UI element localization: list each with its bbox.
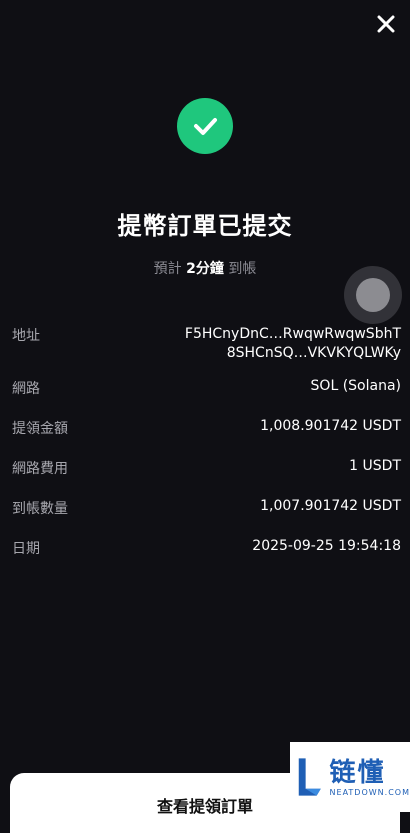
page-title: 提幣訂單已提交 — [117, 212, 293, 240]
watermark-cn: 链懂 — [329, 757, 386, 788]
address-label: 地址 — [12, 328, 40, 344]
network-value: SOL (Solana) — [310, 378, 401, 394]
detail-row-received: 到帳數量 1,007.901742 USDT — [12, 498, 401, 518]
received-value: 1,007.901742 USDT — [260, 498, 401, 514]
detail-row-date: 日期 2025-09-25 19:54:18 — [12, 538, 401, 558]
eta-value: 2分鐘 — [186, 261, 224, 277]
received-label: 到帳數量 — [12, 501, 68, 517]
assistive-touch-button[interactable] — [344, 266, 402, 324]
detail-row-fee: 網路費用 1 USDT — [12, 458, 401, 478]
watermark-logo-icon — [298, 758, 321, 796]
success-status-icon — [177, 98, 233, 154]
detail-row-network: 網路 SOL (Solana) — [12, 378, 401, 398]
watermark-en: NEATDOWN.COM — [329, 787, 410, 797]
network-label: 網路 — [12, 381, 40, 397]
eta-prefix: 預計 — [153, 261, 182, 277]
address-value: F5HCnyDnC…RwqwRwqwSbhT 8SHCnSQ…VKVKYQLWK… — [185, 325, 401, 363]
date-value: 2025-09-25 19:54:18 — [252, 538, 401, 554]
fee-label: 網路費用 — [12, 461, 68, 477]
address-line-1: F5HCnyDnC…RwqwRwqwSbhT — [184, 326, 401, 342]
amount-value: 1,008.901742 USDT — [260, 418, 401, 434]
watermark: 链懂 NEATDOWN.COM — [290, 742, 410, 812]
check-icon — [194, 118, 217, 135]
close-icon — [377, 15, 395, 33]
close-button[interactable] — [374, 12, 398, 36]
fee-value: 1 USDT — [349, 458, 401, 474]
detail-row-address: 地址 F5HCnyDnC…RwqwRwqwSbhT 8SHCnSQ…VKVKYQ… — [12, 325, 401, 363]
detail-row-amount: 提領金額 1,008.901742 USDT — [12, 418, 401, 438]
amount-label: 提領金額 — [12, 421, 68, 437]
date-label: 日期 — [12, 541, 40, 557]
address-line-2: 8SHCnSQ…VKVKYQLWKy — [226, 345, 401, 361]
eta-text: 預計 2分鐘 到帳 — [0, 258, 410, 278]
assistive-touch-icon — [356, 278, 390, 312]
eta-suffix: 到帳 — [228, 261, 257, 277]
